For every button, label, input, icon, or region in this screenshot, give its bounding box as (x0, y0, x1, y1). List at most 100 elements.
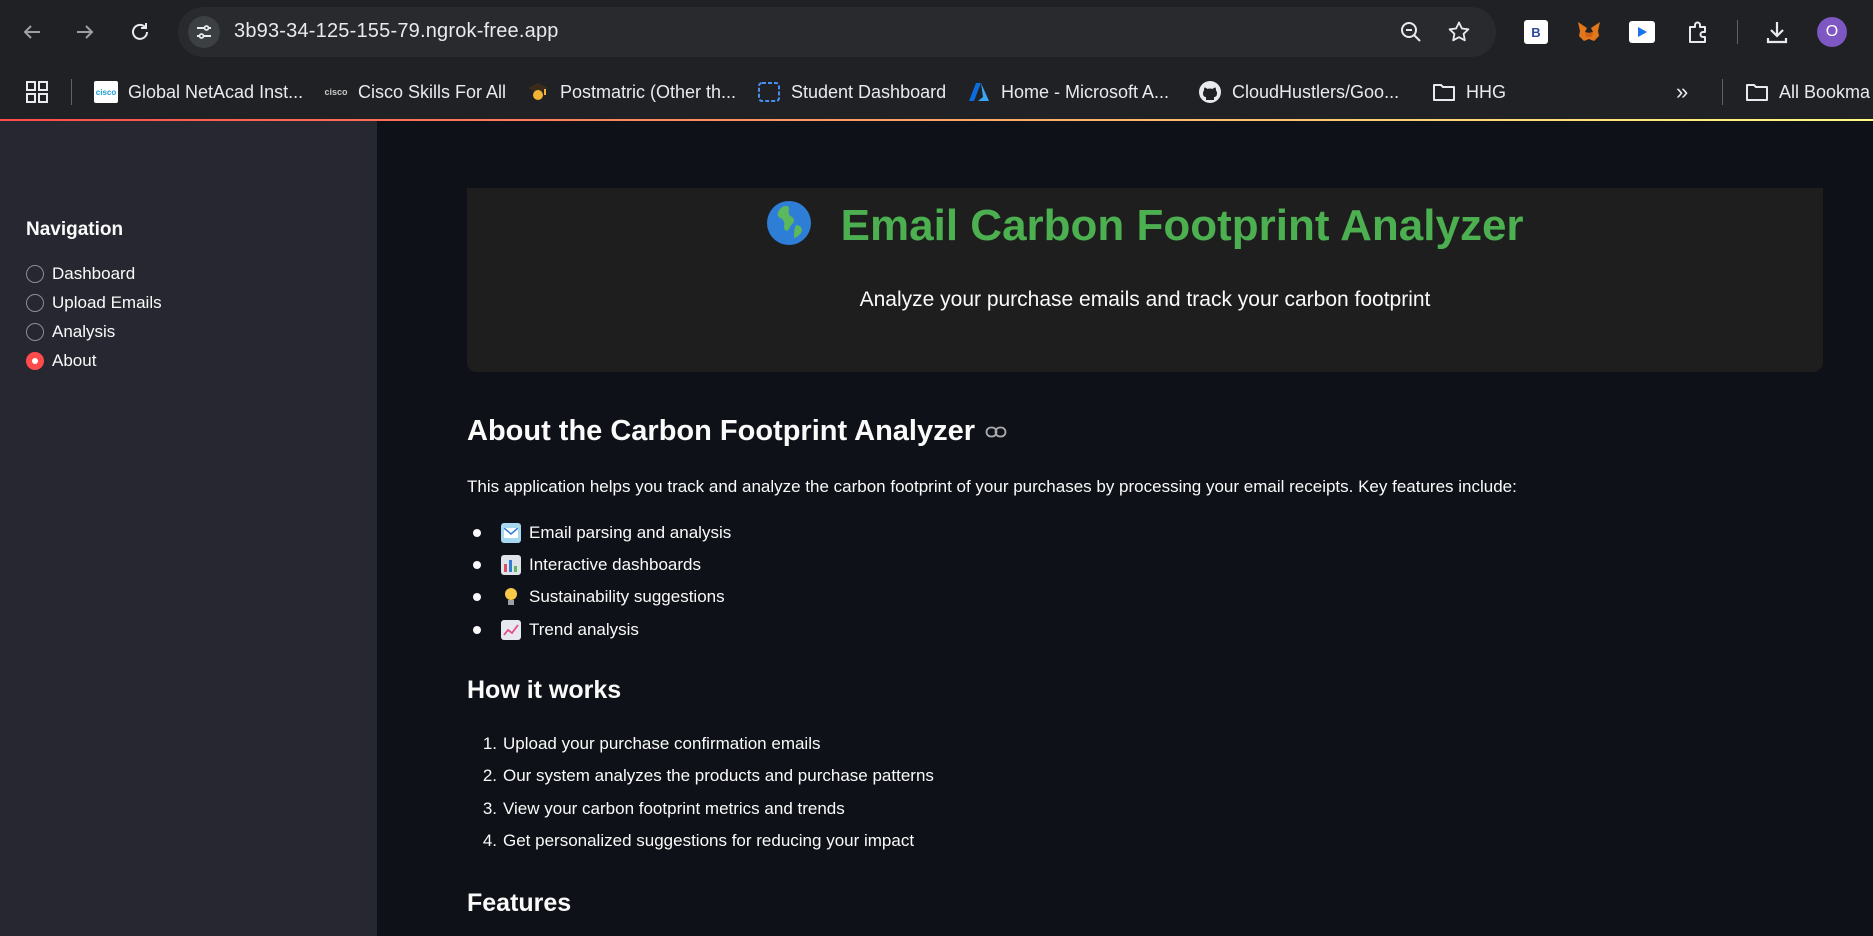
profile-avatar[interactable]: O (1817, 17, 1847, 47)
step-number: 1. (482, 734, 497, 753)
apps-icon[interactable] (26, 77, 48, 107)
about-intro: This application helps you track and ana… (467, 477, 1517, 496)
bullet (473, 626, 481, 634)
zoom-icon[interactable] (1398, 19, 1424, 45)
sidebar-item-dashboard[interactable]: Dashboard (26, 261, 135, 287)
page-subtitle: Analyze your purchase emails and track y… (859, 288, 1431, 311)
radio-button[interactable] (26, 265, 44, 283)
bookmark-cisco-skills[interactable]: cisco Cisco Skills For All (324, 77, 506, 107)
lightbulb-icon (501, 587, 521, 607)
list-item: Trend analysis (467, 620, 639, 640)
bullet (473, 529, 481, 537)
cisco-icon: cisco (324, 87, 348, 97)
feature-label: Trend analysis (529, 620, 639, 639)
site-info-icon[interactable] (188, 16, 220, 48)
bookmark-label: CloudHustlers/Goo... (1232, 81, 1400, 102)
list-item: 4. Get personalized suggestions for redu… (469, 831, 914, 851)
bullet (473, 561, 481, 569)
forward-button[interactable] (67, 14, 103, 50)
video-extension-icon[interactable] (1628, 18, 1656, 46)
bookmark-postmatric[interactable]: Postmatric (Other th... (526, 77, 736, 107)
bookmark-label: Home - Microsoft A... (1001, 81, 1170, 102)
metamask-icon[interactable] (1575, 18, 1603, 46)
email-icon (501, 523, 521, 543)
extension-b-icon[interactable]: B (1522, 18, 1550, 46)
bullet (473, 593, 481, 601)
toolbar-divider (1737, 20, 1738, 44)
bar-chart-icon (501, 555, 521, 575)
radio-button[interactable] (26, 323, 44, 341)
bookmark-label: Cisco Skills For All (358, 81, 507, 102)
sidebar-item-label: Dashboard (52, 264, 136, 283)
link-icon[interactable] (985, 425, 1007, 439)
reload-icon (132, 23, 148, 40)
step-label: View your carbon footprint metrics and t… (503, 799, 845, 818)
puzzle-icon[interactable] (1684, 18, 1712, 46)
more-bookmarks-button[interactable]: » (1676, 77, 1688, 107)
sidebar-item-about[interactable]: About (26, 348, 96, 374)
arrow-left-icon (23, 25, 40, 39)
feature-label: Sustainability suggestions (529, 587, 725, 606)
list-item: 2. Our system analyzes the products and … (469, 766, 934, 786)
list-item: 3. View your carbon footprint metrics an… (469, 799, 845, 819)
page-title: Email Carbon Footprint Analyzer (467, 200, 1823, 251)
bookmark-divider (71, 79, 72, 105)
sidebar-item-upload-emails[interactable]: Upload Emails (26, 290, 162, 316)
bookmarks-bar: cisco Global NetAcad Inst... cisco Cisco… (0, 64, 1873, 120)
page-title-text: Email Carbon Footprint Analyzer (840, 201, 1524, 250)
url-text[interactable]: 3b93-34-125-155-79.ngrok-free.app (234, 20, 559, 43)
arrow-right-icon (77, 25, 94, 39)
feature-label: Email parsing and analysis (529, 523, 732, 542)
radio-button-selected[interactable] (26, 352, 44, 370)
header-card: Email Carbon Footprint Analyzer Analyze … (467, 188, 1823, 372)
bookmark-microsoft-azure[interactable]: Home - Microsoft A... (967, 77, 1169, 107)
github-icon (1198, 80, 1222, 104)
feature-label: Interactive dashboards (529, 555, 701, 574)
features-heading: Features (467, 889, 572, 917)
sidebar-item-label: Upload Emails (52, 293, 162, 312)
bookmark-cloudhustlers[interactable]: CloudHustlers/Goo... (1198, 77, 1399, 107)
all-bookmarks-label: All Bookma (1779, 81, 1871, 102)
download-icon[interactable] (1763, 18, 1791, 46)
radio-button[interactable] (26, 294, 44, 312)
sidebar-item-label: About (52, 351, 97, 370)
bookmark-label: Student Dashboard (791, 81, 947, 102)
list-item: Interactive dashboards (467, 555, 701, 575)
sidebar-item-analysis[interactable]: Analysis (26, 319, 115, 345)
globe-icon (767, 201, 812, 245)
list-item: Sustainability suggestions (467, 587, 725, 607)
star-icon[interactable] (1446, 19, 1472, 45)
bookmark-student-dashboard[interactable]: Student Dashboard (757, 77, 946, 107)
bookmark-label: Postmatric (Other th... (560, 81, 737, 102)
step-label: Upload your purchase confirmation emails (503, 734, 821, 753)
step-number: 4. (482, 831, 497, 850)
address-bar[interactable]: 3b93-34-125-155-79.ngrok-free.app (178, 7, 1496, 57)
sidebar-title: Navigation (26, 219, 124, 240)
folder-icon (1745, 80, 1769, 104)
step-label: Get personalized suggestions for reducin… (503, 831, 915, 850)
back-button[interactable] (14, 14, 50, 50)
how-heading: How it works (467, 676, 622, 704)
bookmark-label: HHG (1466, 81, 1506, 102)
sidebar: Navigation Dashboard Upload Emails Analy… (0, 121, 377, 936)
list-item: Email parsing and analysis (467, 523, 731, 543)
step-number: 3. (482, 799, 497, 818)
bookmark-label: Global NetAcad Inst... (128, 81, 304, 102)
step-label: Our system analyzes the products and pur… (503, 766, 934, 785)
reload-button[interactable] (122, 14, 158, 50)
folder-icon (1432, 80, 1456, 104)
graduate-icon (526, 80, 550, 104)
dashboard-icon (757, 80, 781, 104)
about-heading: About the Carbon Footprint Analyzer (467, 415, 1007, 448)
about-heading-text: About the Carbon Footprint Analyzer (467, 415, 976, 447)
double-chevron-icon: » (1676, 79, 1689, 104)
step-number: 2. (482, 766, 497, 785)
azure-icon (967, 80, 991, 104)
bookmark-hhg[interactable]: HHG (1432, 77, 1506, 107)
main-content: Email Carbon Footprint Analyzer Analyze … (377, 121, 1873, 936)
list-item: 1. Upload your purchase confirmation ema… (469, 734, 821, 754)
all-bookmarks-button[interactable]: All Bookma (1745, 77, 1870, 107)
browser-toolbar: 3b93-34-125-155-79.ngrok-free.app B O (0, 0, 1873, 64)
sidebar-item-label: Analysis (52, 322, 116, 341)
bookmark-global-netacad[interactable]: cisco Global NetAcad Inst... (94, 77, 303, 107)
